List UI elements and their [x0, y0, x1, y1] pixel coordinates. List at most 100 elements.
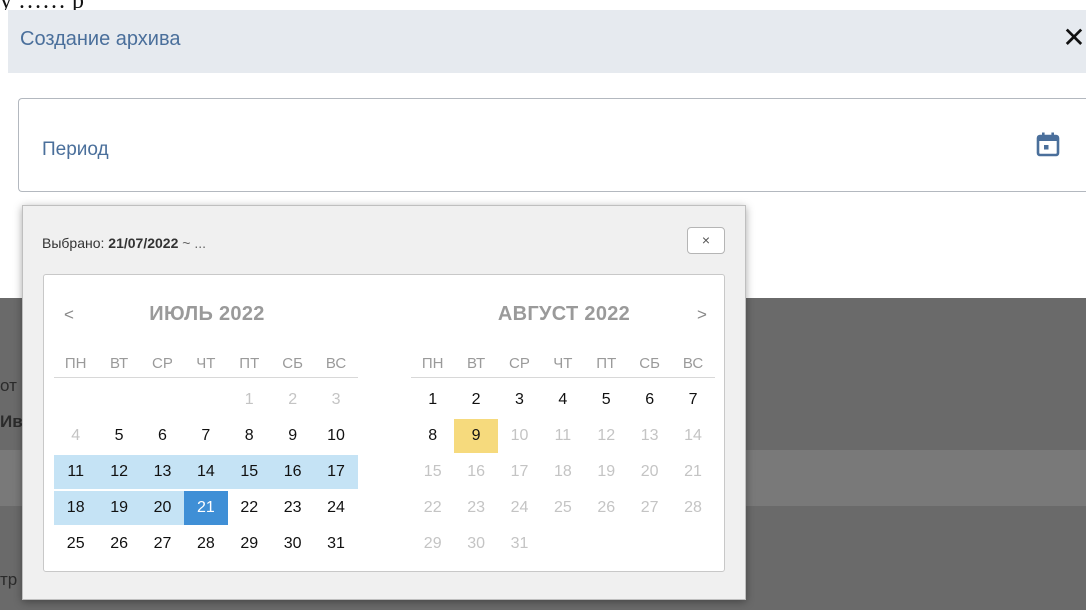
day-cell: 29 — [423, 535, 442, 552]
day-cell: 25 — [553, 499, 572, 516]
month-august: > АВГУСТ 2022 ПН ВТ СР ЧТ ПТ СБ ВС 12345… — [411, 275, 717, 571]
month-title: АВГУСТ 2022 — [497, 303, 631, 325]
day-cell[interactable]: 3 — [498, 383, 541, 417]
day-cell: 10 — [510, 427, 529, 444]
day-cell[interactable]: 15 — [227, 455, 271, 489]
day-cell[interactable]: 31 — [314, 527, 357, 561]
day-cell: 30 — [467, 535, 485, 552]
day-cell: 24 — [510, 499, 529, 516]
day-cell[interactable]: 5 — [97, 419, 140, 453]
day-cell[interactable]: 24 — [314, 491, 357, 525]
picker-close-button[interactable]: × — [687, 227, 725, 254]
month-title: ИЮЛЬ 2022 — [149, 303, 265, 325]
day-cell: 12 — [597, 427, 616, 444]
day-cell[interactable]: 16 — [270, 455, 315, 489]
period-label: Период — [42, 139, 109, 160]
day-cell[interactable]: 5 — [585, 383, 628, 417]
day-cell[interactable]: 7 — [184, 419, 227, 453]
close-icon[interactable]: ✕ — [1060, 24, 1086, 54]
dialog-header: Создание архива ✕ — [8, 10, 1086, 73]
day-cell: 28 — [684, 499, 702, 516]
date-range-picker: Выбрано: 21/07/2022 ~ ... × < ИЮЛЬ 2022 … — [22, 205, 746, 600]
day-cell[interactable]: 10 — [314, 419, 357, 453]
weekday-label: СР — [152, 355, 173, 372]
day-cell-empty — [141, 383, 184, 417]
day-cell[interactable]: 20 — [140, 491, 185, 525]
day-cell[interactable]: 27 — [141, 527, 184, 561]
day-cell: 15 — [423, 463, 442, 480]
day-cell-empty — [54, 383, 97, 417]
day-cell: 16 — [467, 463, 485, 480]
day-cell[interactable]: 19 — [97, 491, 141, 525]
day-cell[interactable]: 30 — [271, 527, 314, 561]
weekday-label: ЧТ — [553, 355, 573, 372]
day-cell[interactable]: 26 — [97, 527, 140, 561]
weekday-label: ВС — [325, 355, 347, 372]
weekday-header: ПН ВТ СР ЧТ ПТ СБ ВС — [411, 350, 715, 378]
weekday-label: СБ — [282, 355, 303, 372]
day-cell: 19 — [597, 463, 616, 480]
day-cell[interactable]: 21 — [184, 491, 228, 525]
day-cell[interactable]: 13 — [140, 455, 185, 489]
day-cell: 2 — [288, 391, 298, 408]
day-cell[interactable]: 6 — [628, 383, 671, 417]
day-cell[interactable]: 14 — [184, 455, 228, 489]
selected-range: Выбрано: 21/07/2022 ~ ... — [42, 235, 206, 251]
weekday-label: ПТ — [596, 355, 617, 372]
weekday-label: ВС — [682, 355, 704, 372]
weekday-label: ВТ — [467, 355, 486, 372]
calendar-icon[interactable] — [1033, 130, 1063, 160]
selected-date: 21/07/2022 — [108, 235, 179, 251]
day-cell[interactable]: 29 — [228, 527, 271, 561]
day-cell[interactable]: 17 — [314, 455, 358, 489]
calendar-panel: < ИЮЛЬ 2022 ПН ВТ СР ЧТ ПТ СБ ВС 1234567… — [43, 274, 725, 572]
day-cell[interactable]: 23 — [271, 491, 314, 525]
day-cell: 31 — [510, 535, 529, 552]
day-cell[interactable]: 11 — [54, 455, 98, 489]
selected-prefix: Выбрано: — [42, 235, 109, 251]
day-cell[interactable]: 9 — [454, 419, 498, 453]
day-cell[interactable]: 4 — [541, 383, 584, 417]
day-cell: 11 — [554, 427, 572, 444]
day-cell[interactable]: 25 — [54, 527, 97, 561]
day-grid: 1 2 3 4 5 6 7 8 9 10 11 12 13 14 15 16 17 18 19 20 21 22 23 24 2… — [411, 382, 715, 562]
background-text-fragment: от — [0, 376, 17, 395]
day-cell[interactable]: 8 — [228, 419, 271, 453]
day-cell[interactable]: 6 — [141, 419, 184, 453]
weekday-label: ПН — [64, 355, 87, 372]
day-cell: 27 — [640, 499, 659, 516]
day-cell-empty — [184, 383, 227, 417]
day-cell[interactable]: 9 — [271, 419, 314, 453]
day-cell: 3 — [331, 391, 341, 408]
weekday-label: ПН — [421, 355, 444, 372]
day-cell[interactable]: 1 — [411, 383, 454, 417]
day-cell: 4 — [71, 427, 81, 444]
day-cell: 13 — [640, 427, 659, 444]
day-cell[interactable]: 7 — [671, 383, 714, 417]
day-cell: 26 — [597, 499, 616, 516]
day-grid: 1 2 3 4 5 6 7 8 9 10 11 12 13 14 15 16 17 18 19 20 21 22 23 24 2… — [54, 382, 358, 562]
day-cell: 23 — [467, 499, 485, 516]
day-cell: 21 — [684, 463, 702, 480]
day-cell: 1 — [244, 391, 254, 408]
weekday-header: ПН ВТ СР ЧТ ПТ СБ ВС — [54, 350, 358, 378]
dialog-title: Создание архива — [20, 28, 181, 50]
day-cell: 18 — [553, 463, 572, 480]
weekday-label: СБ — [639, 355, 660, 372]
day-cell[interactable]: 8 — [411, 419, 454, 453]
month-july: < ИЮЛЬ 2022 ПН ВТ СР ЧТ ПТ СБ ВС 1234567… — [54, 275, 360, 571]
day-cell[interactable]: 18 — [54, 491, 98, 525]
day-cell[interactable]: 28 — [184, 527, 227, 561]
day-cell: 14 — [684, 427, 702, 444]
background-text-fragment: Ив — [0, 412, 23, 431]
day-cell: 22 — [423, 499, 442, 516]
day-cell[interactable]: 12 — [97, 455, 141, 489]
top-cropped-text: у …… р — [0, 0, 1086, 10]
weekday-label: ПТ — [239, 355, 260, 372]
weekday-label: ВТ — [110, 355, 129, 372]
day-cell[interactable]: 22 — [228, 491, 271, 525]
day-cell-empty — [97, 383, 140, 417]
weekday-label: СР — [509, 355, 530, 372]
day-cell[interactable]: 2 — [454, 383, 497, 417]
period-field[interactable]: Период — [18, 98, 1086, 192]
